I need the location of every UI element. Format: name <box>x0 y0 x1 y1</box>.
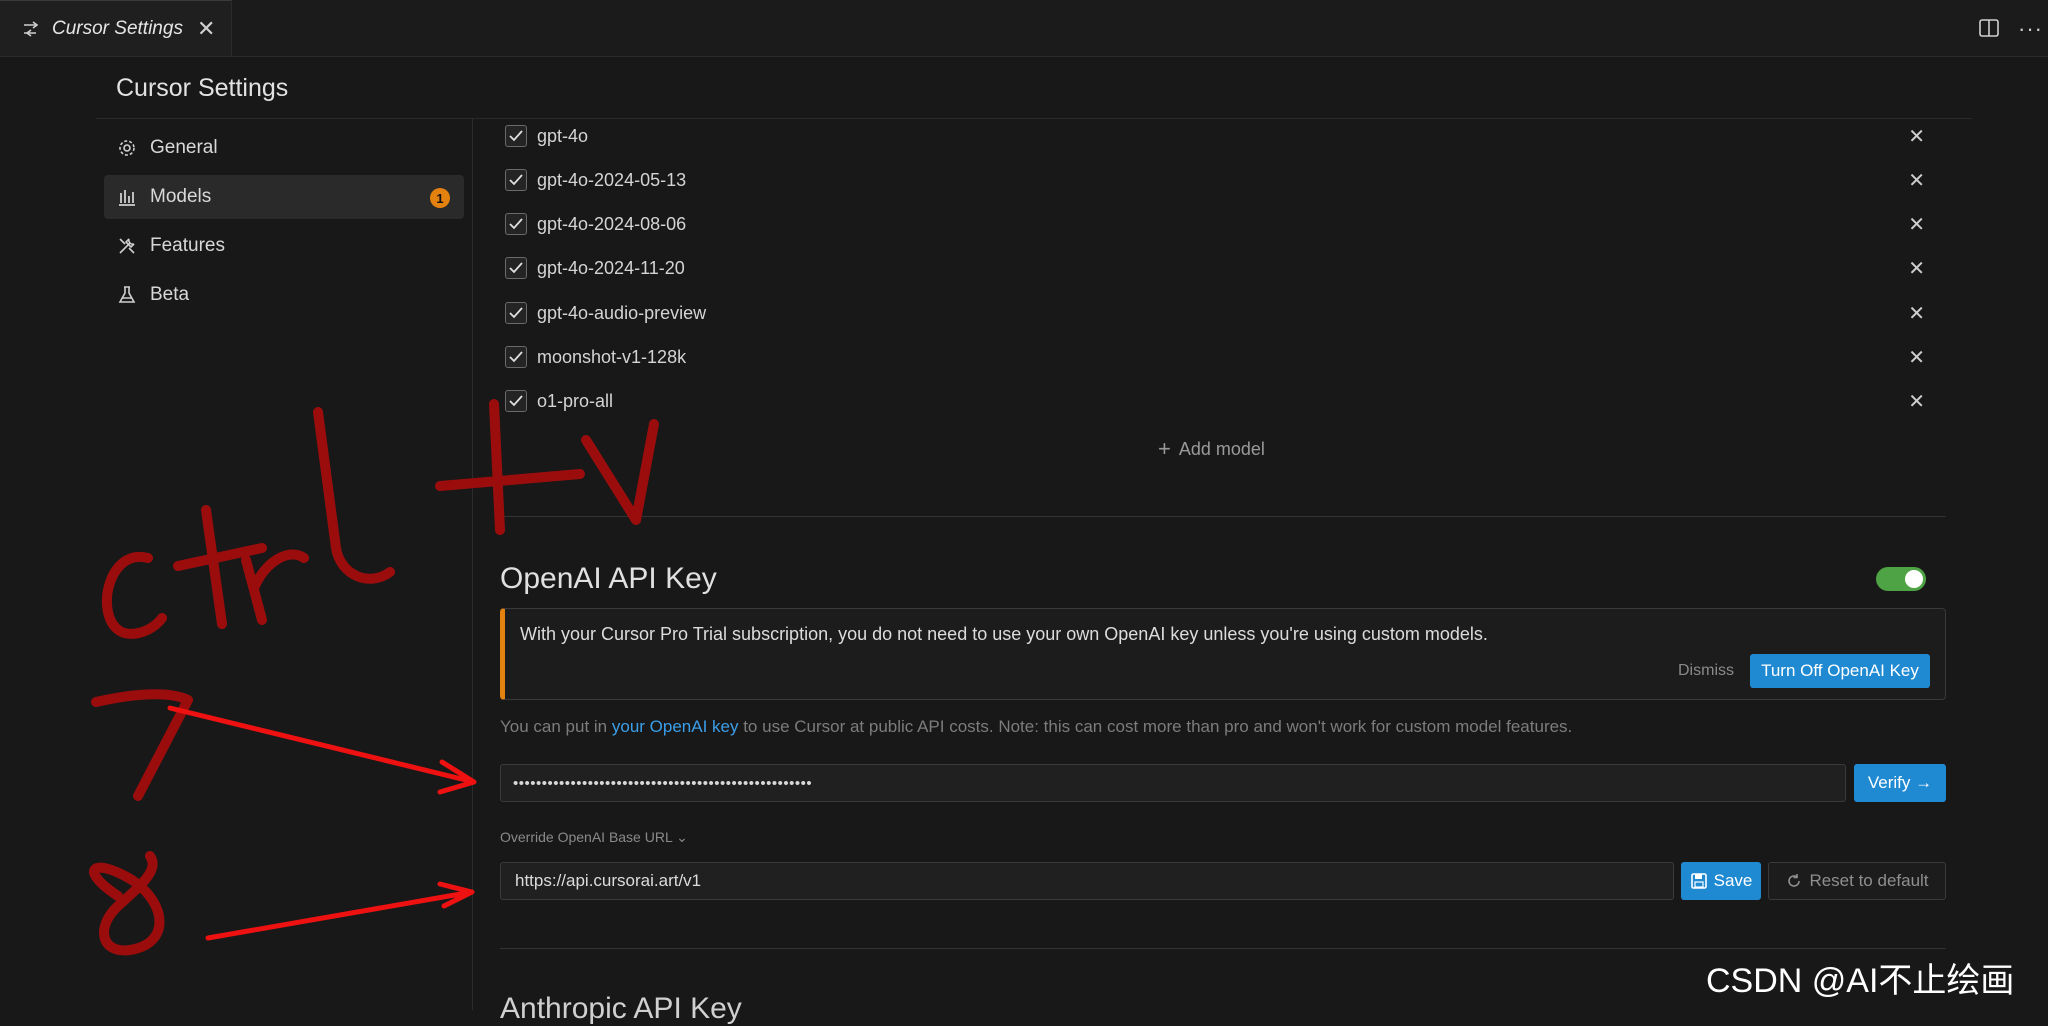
model-name: gpt-4o-2024-05-13 <box>537 169 687 190</box>
flask-icon <box>116 284 138 306</box>
model-name: gpt-4o-2024-11-20 <box>537 257 685 278</box>
sidebar-divider <box>472 118 473 1010</box>
watermark: CSDN @AI不止绘画 <box>1706 962 2015 1000</box>
close-icon[interactable]: ✕ <box>1908 345 1925 370</box>
sidebar-item-features[interactable]: Features <box>104 224 464 268</box>
close-icon[interactable]: ✕ <box>197 17 215 40</box>
model-name: gpt-4o-2024-08-06 <box>537 213 687 234</box>
model-checkbox[interactable] <box>505 257 527 279</box>
tab-bar <box>0 0 2048 57</box>
close-icon[interactable]: ✕ <box>1908 212 1925 237</box>
sidebar-item-label: Beta <box>150 284 190 305</box>
annotation-r <box>241 549 309 625</box>
model-checkbox[interactable] <box>505 125 527 147</box>
sidebar-item-label: Models <box>150 186 212 207</box>
section-divider <box>500 948 1946 949</box>
sidebar-item-beta[interactable]: Beta <box>104 273 464 317</box>
close-icon[interactable]: ✕ <box>1908 124 1925 149</box>
annotation-v <box>581 419 659 525</box>
list-item: moonshot-v1-128k ✕ <box>505 335 1945 379</box>
list-item: gpt-4o ✕ <box>505 114 1945 158</box>
close-icon[interactable]: ✕ <box>1908 168 1925 193</box>
model-name: gpt-4o-audio-preview <box>537 302 707 323</box>
list-item: gpt-4o-2024-08-06 ✕ <box>505 202 1945 246</box>
close-icon[interactable]: ✕ <box>1908 256 1925 281</box>
list-item: gpt-4o-2024-05-13 ✕ <box>505 158 1945 202</box>
help-prefix: You can put in <box>500 717 612 736</box>
add-model-button[interactable]: + Add model <box>1158 436 1265 462</box>
help-text: You can put in your OpenAI key to use Cu… <box>500 717 1572 737</box>
page-title: Cursor Settings <box>116 74 289 102</box>
sidebar-item-models[interactable]: Models 1 <box>104 175 464 219</box>
model-name: gpt-4o <box>537 125 589 146</box>
model-checkbox[interactable] <box>505 302 527 324</box>
reset-to-default-button[interactable]: Reset to default <box>1768 862 1946 900</box>
tab-title: Cursor Settings <box>52 17 183 39</box>
override-base-url-toggle[interactable]: Override OpenAI Base URL ⌄ <box>500 829 688 846</box>
save-button[interactable]: Save <box>1681 862 1761 900</box>
tools-icon <box>116 235 138 257</box>
close-icon[interactable]: ✕ <box>1908 389 1925 414</box>
model-name: o1-pro-all <box>537 390 614 411</box>
openai-key-toggle[interactable] <box>1876 567 1926 591</box>
tab-cursor-settings[interactable]: Cursor Settings ✕ <box>0 0 232 56</box>
dismiss-button[interactable]: Dismiss <box>1678 662 1734 680</box>
split-editor-icon[interactable] <box>1978 17 2000 39</box>
turn-off-openai-key-button[interactable]: Turn Off OpenAI Key <box>1750 654 1930 688</box>
save-label: Save <box>1713 871 1753 890</box>
add-model-label: Add model <box>1178 438 1265 459</box>
sidebar-item-label: Features <box>150 235 225 256</box>
notification-badge: 1 <box>430 188 450 208</box>
plus-icon: + <box>1158 436 1171 461</box>
section-title-anthropic: Anthropic API Key <box>500 992 742 1025</box>
chart-icon <box>116 186 138 208</box>
gear-icon <box>116 137 138 159</box>
list-item: gpt-4o-audio-preview ✕ <box>505 291 1945 335</box>
sidebar-item-label: General <box>150 137 218 158</box>
annotation-arrow-to-url <box>205 881 475 941</box>
settings-sliders-icon <box>24 20 39 37</box>
section-title-openai: OpenAI API Key <box>500 562 717 595</box>
close-icon[interactable]: ✕ <box>1908 301 1925 326</box>
floppy-disk-icon <box>1690 873 1707 889</box>
reset-label: Reset to default <box>1809 871 1929 890</box>
info-notice <box>500 608 1946 700</box>
more-actions-icon[interactable]: ··· <box>2018 16 2043 42</box>
base-url-input[interactable]: https://api.cursorai.art/v1 <box>500 862 1674 900</box>
api-key-input[interactable]: ••••••••••••••••••••••••••••••••••••••••… <box>500 764 1846 802</box>
annotation-seven <box>91 689 193 801</box>
annotation-l <box>313 407 395 584</box>
model-checkbox[interactable] <box>505 346 527 368</box>
list-item: gpt-4o-2024-11-20 ✕ <box>505 246 1945 290</box>
help-suffix: to use Cursor at public API costs. Note:… <box>738 717 1573 736</box>
model-checkbox[interactable] <box>505 169 527 191</box>
annotation-t <box>173 505 267 629</box>
openai-key-link[interactable]: your OpenAI key <box>612 717 739 736</box>
verify-button[interactable]: Verify → <box>1854 764 1946 802</box>
reset-icon <box>1788 874 1801 887</box>
list-item: o1-pro-all ✕ <box>505 379 1945 423</box>
sidebar-item-general[interactable]: General <box>104 126 464 170</box>
model-checkbox[interactable] <box>505 390 527 412</box>
annotation-arrow-to-key <box>167 705 477 795</box>
model-name: moonshot-v1-128k <box>537 346 687 367</box>
notice-text: With your Cursor Pro Trial subscription,… <box>520 624 1488 644</box>
annotation-c <box>101 551 167 639</box>
section-divider <box>500 516 1946 517</box>
annotation-eight <box>89 851 165 956</box>
model-checkbox[interactable] <box>505 213 527 235</box>
toggle-knob <box>1905 570 1923 588</box>
